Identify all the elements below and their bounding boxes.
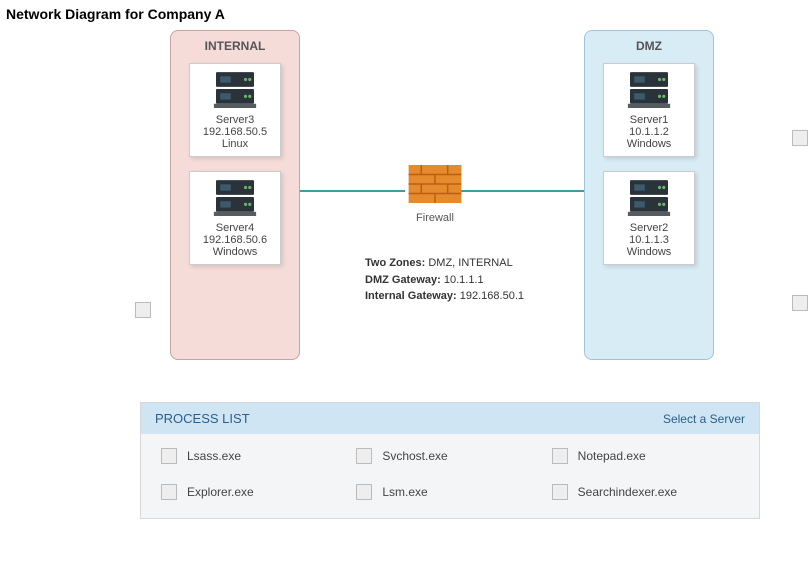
- select-server-link[interactable]: Select a Server: [663, 412, 745, 426]
- server1-os: Windows: [608, 138, 690, 150]
- process-list-panel: PROCESS LIST Select a Server Lsass.exe S…: [140, 402, 760, 519]
- checkbox-icon[interactable]: [356, 484, 372, 500]
- server4-name: Server4: [194, 222, 276, 234]
- server2-os: Windows: [608, 246, 690, 258]
- zone-internal: INTERNAL Server3 192.168.50.5 Linux Serv…: [170, 30, 300, 360]
- server-icon: [608, 178, 690, 216]
- resize-handle-right-2[interactable]: [792, 295, 808, 311]
- server2-card[interactable]: Server2 10.1.1.3 Windows: [603, 171, 695, 265]
- internal-gateway-label: Internal Gateway:: [365, 290, 457, 302]
- process-item-lsm[interactable]: Lsm.exe: [356, 484, 543, 500]
- process-item-svchost[interactable]: Svchost.exe: [356, 448, 543, 464]
- zones-label: Two Zones:: [365, 257, 425, 269]
- zone-dmz-title: DMZ: [585, 39, 713, 53]
- process-list-body: Lsass.exe Svchost.exe Notepad.exe Explor…: [141, 434, 759, 518]
- server3-name: Server3: [194, 114, 276, 126]
- process-list-title: PROCESS LIST: [155, 411, 250, 426]
- connection-line-right: [460, 190, 584, 192]
- process-label: Lsm.exe: [382, 485, 427, 499]
- process-label: Searchindexer.exe: [578, 485, 677, 499]
- server1-ip: 10.1.1.2: [608, 126, 690, 138]
- process-item-explorer[interactable]: Explorer.exe: [161, 484, 348, 500]
- firewall-node[interactable]: Firewall: [395, 165, 475, 224]
- process-item-lsass[interactable]: Lsass.exe: [161, 448, 348, 464]
- checkbox-icon[interactable]: [552, 448, 568, 464]
- checkbox-icon[interactable]: [161, 484, 177, 500]
- server3-os: Linux: [194, 138, 276, 150]
- dmz-gateway-value: 10.1.1.1: [441, 274, 484, 286]
- server1-card[interactable]: Server1 10.1.1.2 Windows: [603, 63, 695, 157]
- server3-ip: 192.168.50.5: [194, 126, 276, 138]
- zone-internal-title: INTERNAL: [171, 39, 299, 53]
- server3-card[interactable]: Server3 192.168.50.5 Linux: [189, 63, 281, 157]
- server4-ip: 192.168.50.6: [194, 234, 276, 246]
- server4-os: Windows: [194, 246, 276, 258]
- process-label: Notepad.exe: [578, 449, 646, 463]
- network-diagram: INTERNAL Server3 192.168.50.5 Linux Serv…: [0, 30, 812, 400]
- resize-handle-right-1[interactable]: [792, 130, 808, 146]
- zones-value: DMZ, INTERNAL: [425, 257, 512, 269]
- server2-name: Server2: [608, 222, 690, 234]
- zone-dmz: DMZ Server1 10.1.1.2 Windows Server2 10.…: [584, 30, 714, 360]
- server2-ip: 10.1.1.3: [608, 234, 690, 246]
- zone-info-block: Two Zones: DMZ, INTERNAL DMZ Gateway: 10…: [365, 255, 585, 305]
- process-item-searchindexer[interactable]: Searchindexer.exe: [552, 484, 739, 500]
- server-icon: [194, 178, 276, 216]
- process-label: Lsass.exe: [187, 449, 241, 463]
- dmz-gateway-label: DMZ Gateway:: [365, 274, 441, 286]
- connection-line-left: [300, 190, 405, 192]
- process-label: Explorer.exe: [187, 485, 254, 499]
- checkbox-icon[interactable]: [356, 448, 372, 464]
- checkbox-icon[interactable]: [552, 484, 568, 500]
- checkbox-icon[interactable]: [161, 448, 177, 464]
- process-item-notepad[interactable]: Notepad.exe: [552, 448, 739, 464]
- page-title: Network Diagram for Company A: [0, 0, 812, 22]
- process-label: Svchost.exe: [382, 449, 447, 463]
- server-icon: [194, 70, 276, 108]
- resize-handle-left[interactable]: [135, 302, 151, 318]
- server1-name: Server1: [608, 114, 690, 126]
- firewall-icon: [408, 165, 462, 203]
- process-list-header: PROCESS LIST Select a Server: [141, 403, 759, 434]
- firewall-label: Firewall: [395, 212, 475, 224]
- internal-gateway-value: 192.168.50.1: [457, 290, 524, 302]
- server-icon: [608, 70, 690, 108]
- server4-card[interactable]: Server4 192.168.50.6 Windows: [189, 171, 281, 265]
